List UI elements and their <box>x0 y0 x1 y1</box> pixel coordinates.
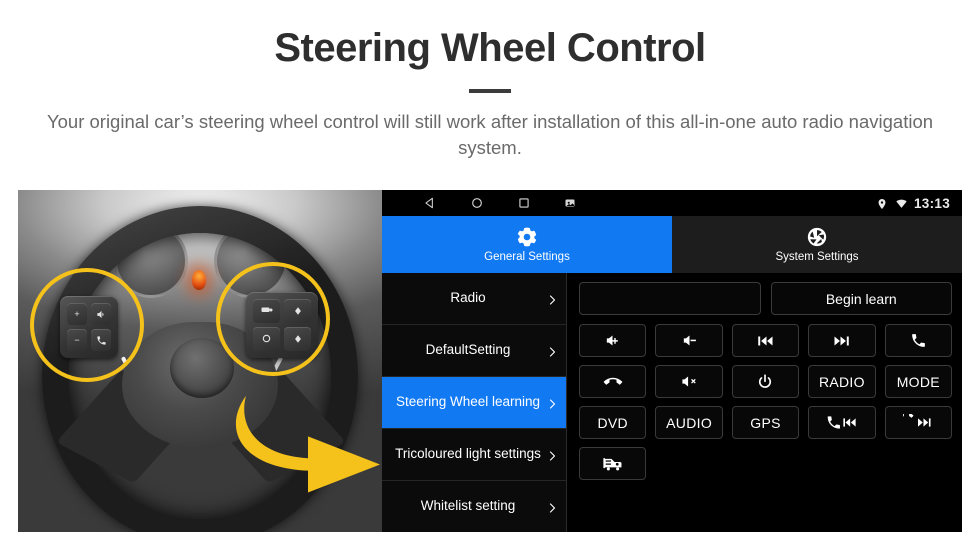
volume-up-button[interactable] <box>579 324 647 357</box>
sidebar-item-steering-wheel-learning-label: Steering Wheel learning <box>395 394 541 410</box>
chevron-right-icon <box>546 293 558 305</box>
sidebar-item-radio[interactable]: Radio <box>382 273 566 325</box>
mute-icon <box>680 373 699 390</box>
status-indicators: 13:13 <box>876 190 950 216</box>
sidebar-item-steering-wheel-learning[interactable]: Steering Wheel learning <box>382 377 566 429</box>
call-answer-button[interactable] <box>884 324 952 357</box>
function-button-grid: RADIO MODE DVD AUDIO GPS <box>579 324 952 480</box>
head-unit-screen: 13:13 General Settings System Settings R… <box>382 190 962 532</box>
header: Steering Wheel Control Your original car… <box>0 0 980 162</box>
hangup-icon <box>603 373 622 391</box>
chevron-right-icon <box>546 449 558 461</box>
navigation-button[interactable] <box>579 447 647 480</box>
chevron-right-icon <box>546 501 558 513</box>
phone-prev-icon <box>827 414 857 431</box>
steering-wheel-photo: + − <box>18 190 382 532</box>
previous-track-icon <box>756 332 774 350</box>
next-track-button[interactable] <box>808 324 876 357</box>
status-clock: 13:13 <box>913 195 950 211</box>
volume-up-icon <box>604 332 621 349</box>
begin-learn-button[interactable]: Begin learn <box>770 282 952 315</box>
location-icon <box>876 197 888 209</box>
previous-track-button[interactable] <box>731 324 800 357</box>
radio-button[interactable]: RADIO <box>808 365 876 398</box>
highlight-circle-left <box>30 268 144 382</box>
mute-button[interactable] <box>655 365 723 398</box>
hangup-next-button[interactable] <box>884 406 952 439</box>
tab-system-settings-label: System Settings <box>775 251 859 263</box>
settings-tabs: General Settings System Settings <box>382 216 962 273</box>
sidebar-item-whitelist-setting-label: Whitelist setting <box>420 498 516 514</box>
hangup-next-icon <box>903 414 933 431</box>
power-icon <box>756 373 774 391</box>
android-nav-bar <box>382 196 578 210</box>
dvd-button[interactable]: DVD <box>579 406 647 439</box>
title-divider <box>469 89 511 93</box>
gear-icon <box>516 226 538 248</box>
sidebar-item-whitelist-setting[interactable]: Whitelist setting <box>382 481 566 532</box>
chevron-right-icon <box>546 397 558 409</box>
recents-icon[interactable] <box>517 196 531 210</box>
screenshot-icon[interactable] <box>564 196 578 210</box>
sidebar-item-tricoloured-light-settings-label: Tricoloured light settings <box>395 446 541 462</box>
learn-controls-row: Begin learn <box>579 282 952 315</box>
chevron-right-icon <box>546 345 558 357</box>
page-title: Steering Wheel Control <box>274 26 706 70</box>
power-button[interactable] <box>731 365 800 398</box>
highlight-circle-right <box>216 262 330 376</box>
audio-button[interactable]: AUDIO <box>655 406 723 439</box>
android-status-bar: 13:13 <box>382 190 962 216</box>
volume-down-icon <box>681 332 698 349</box>
media-strip: + − 13:13 General Settings System Settin… <box>18 190 962 532</box>
volume-down-button[interactable] <box>655 324 723 357</box>
wifi-icon <box>895 197 907 209</box>
learn-display-field[interactable] <box>579 282 761 315</box>
mode-button[interactable]: MODE <box>884 365 952 398</box>
call-hangup-button[interactable] <box>579 365 647 398</box>
next-track-icon <box>833 332 851 350</box>
home-icon[interactable] <box>470 196 484 210</box>
page-subtitle: Your original car’s steering wheel contr… <box>46 111 934 159</box>
sidebar-item-defaultsetting[interactable]: DefaultSetting <box>382 325 566 377</box>
car-navigation-icon <box>603 455 623 472</box>
tab-system-settings[interactable]: System Settings <box>672 216 962 273</box>
phone-icon <box>910 332 927 349</box>
yellow-arrow-icon <box>228 396 382 512</box>
settings-sidebar: Radio DefaultSetting Steering Wheel lear… <box>382 273 567 532</box>
sidebar-item-defaultsetting-label: DefaultSetting <box>425 342 511 358</box>
settings-body: Radio DefaultSetting Steering Wheel lear… <box>382 273 962 532</box>
back-icon[interactable] <box>423 196 437 210</box>
tab-general-settings[interactable]: General Settings <box>382 216 672 273</box>
sidebar-item-tricoloured-light-settings[interactable]: Tricoloured light settings <box>382 429 566 481</box>
gps-button[interactable]: GPS <box>731 406 800 439</box>
steering-wheel-learning-pane: Begin learn RADIO MODE DVD AUDIO GPS <box>567 273 962 532</box>
phone-previous-button[interactable] <box>808 406 876 439</box>
aperture-icon <box>806 226 828 248</box>
sidebar-item-radio-label: Radio <box>450 290 486 306</box>
tab-general-settings-label: General Settings <box>484 251 570 263</box>
page-root: Steering Wheel Control Your original car… <box>0 0 980 542</box>
